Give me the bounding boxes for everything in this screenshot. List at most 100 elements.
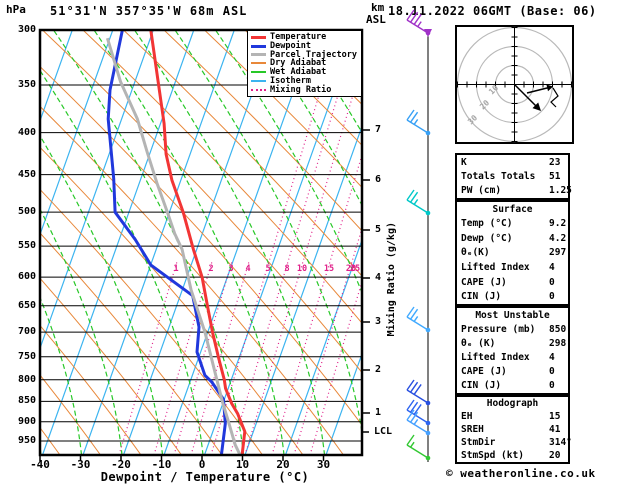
table-row: Dewp (°C) 4.2: [457, 233, 568, 244]
table-row-value: 41: [549, 424, 561, 435]
table-row-value: 0: [549, 366, 555, 378]
legend-item: Wet Adiabat: [251, 68, 361, 76]
km-tick-label: 5: [375, 224, 382, 235]
legend-swatch-parcel-trajectory: [251, 53, 266, 57]
legend-item: Mixing Ratio: [251, 84, 361, 95]
pressure-tick-label: 750: [17, 350, 36, 362]
table-row: Temp (°C) 9.2: [457, 218, 568, 229]
legend: Temperature Dewpoint Parcel Trajectory Dry …: [247, 30, 362, 97]
table-row-label: CAPE (J): [461, 366, 507, 378]
pressure-tick-label: 350: [17, 78, 36, 90]
sounding-chart-page: hPa 51°31'N 357°35'W 68m ASL 18.11.2022 …: [0, 0, 629, 486]
legend-swatch-dry-adiabat: [251, 62, 266, 65]
pressure-tick-label: 500: [17, 206, 36, 218]
km-tick-label: 4: [375, 272, 382, 283]
km-tick-label: 1: [375, 407, 382, 418]
pressure-tick-label: 550: [17, 240, 36, 252]
table-row-value: 4: [549, 352, 555, 364]
km-tick-label: 2: [375, 364, 382, 375]
table-row-label: CAPE (J): [461, 276, 507, 288]
table-row: CIN (J) 0: [457, 380, 568, 391]
summary-indices-table: K 23 Totals Totals 51 PW (cm) 1.25: [455, 153, 572, 200]
wet-adiabat-line: [621, 30, 629, 455]
table-row: StmDir 314°: [457, 437, 572, 448]
table-row: Totals Totals 51: [457, 171, 568, 182]
legend-swatch-temperature: [251, 35, 266, 39]
temp-tick-label: 10: [235, 458, 250, 471]
table-row-value: 9.2: [549, 218, 567, 230]
wind-barb: [406, 109, 431, 136]
table-row: SREH 41: [457, 424, 568, 435]
temp-tick-label: 20: [276, 458, 290, 471]
table-row-value: 4.2: [549, 232, 567, 244]
table-row-label: Pressure (mb): [461, 323, 536, 335]
table-row-value: 15: [549, 411, 561, 422]
temp-tick-label: -30: [70, 458, 91, 471]
table-row-label: SREH: [461, 424, 484, 435]
table-row-value: 0: [549, 380, 555, 392]
hodograph: 102030: [455, 25, 574, 144]
table-row-value: 297: [549, 247, 567, 259]
mixing-ratio-value-label: 5: [265, 264, 270, 274]
legend-label: Dewpoint: [270, 41, 311, 52]
legend-swatch-mixing-ratio: [251, 88, 266, 91]
legend-label: Mixing Ratio: [270, 84, 332, 95]
pressure-tick-label: 400: [17, 126, 36, 138]
mixing-ratio-line: [118, 261, 178, 455]
wind-barb: [406, 434, 431, 461]
km-tick-label: 6: [375, 174, 382, 185]
table-row: CAPE (J) 0: [457, 277, 568, 288]
table-row: StmSpd (kt) 20: [457, 450, 568, 461]
table-row-label: K: [461, 156, 467, 168]
table-row: Lifted Index 4: [457, 352, 568, 363]
table-row: Lifted Index 4: [457, 262, 568, 273]
table-row-value: 0: [549, 276, 555, 288]
table-row: EH 15: [457, 411, 568, 422]
hodograph-table: Hodograph EH 15 SREH 41 StmDir 314° StmSpd (kt)…: [455, 395, 572, 464]
table-row: K 23: [457, 157, 568, 168]
table-row-value: 20: [549, 450, 561, 461]
wind-barb: [406, 379, 431, 406]
wind-barb-column: [406, 9, 432, 462]
table-row: Pressure (mb) 850: [457, 324, 568, 335]
table-row-label: CIN (J): [461, 380, 502, 392]
wind-barb: [406, 189, 431, 216]
table-row-value: 850: [549, 323, 567, 335]
table-row-value: 0: [549, 291, 555, 303]
table-row-label: Totals Totals: [461, 170, 536, 182]
temp-tick-label: 30: [316, 458, 331, 471]
legend-label: Isotherm: [270, 75, 311, 86]
series-temperature: [149, 30, 247, 455]
isotherm-line: [41, 30, 195, 455]
table-row-label: Temp (°C): [461, 218, 513, 230]
table-row: CAPE (J) 0: [457, 366, 568, 377]
mixing-ratio-value-label: 25: [350, 264, 360, 274]
most-unstable-table: Most Unstable Pressure (mb) 850 θₑ (K) 298 Li…: [455, 306, 570, 395]
mixing-ratio-value-label: 3: [228, 264, 233, 274]
temp-tick-label: -20: [111, 458, 131, 471]
table-row: θₑ(K) 297: [457, 247, 568, 258]
table-row: PW (cm) 1.25: [457, 185, 572, 196]
table-row-label: EH: [461, 411, 473, 422]
mixing-ratio-value-label: 1: [173, 264, 178, 274]
mixing-ratio-value-label: 15: [324, 264, 334, 274]
km-tick-label: 7: [375, 124, 382, 135]
wind-barb: [406, 9, 431, 36]
mixing-ratio-value-label: 4: [245, 264, 250, 274]
km-tick-label: 3: [375, 316, 382, 327]
temp-tick-label: 0: [198, 458, 206, 471]
temp-tick-label: -10: [151, 458, 172, 471]
pressure-tick-label: 700: [17, 326, 36, 338]
wind-barb: [406, 306, 431, 333]
pressure-tick-label: 850: [17, 395, 36, 407]
table-row-label: CIN (J): [461, 291, 502, 303]
table-row-value: 298: [549, 337, 567, 349]
legend-label: Wet Adiabat: [270, 67, 327, 78]
temp-tick-label: -40: [30, 458, 50, 471]
table-row-label: StmSpd (kt): [461, 450, 524, 461]
mixing-ratio-value-label: 8: [284, 264, 289, 274]
table-row-value: 1.25: [549, 185, 572, 197]
table-row-label: Lifted Index: [461, 352, 530, 364]
table-section-title: Surface: [492, 203, 533, 215]
legend-item: Isotherm: [251, 77, 361, 85]
